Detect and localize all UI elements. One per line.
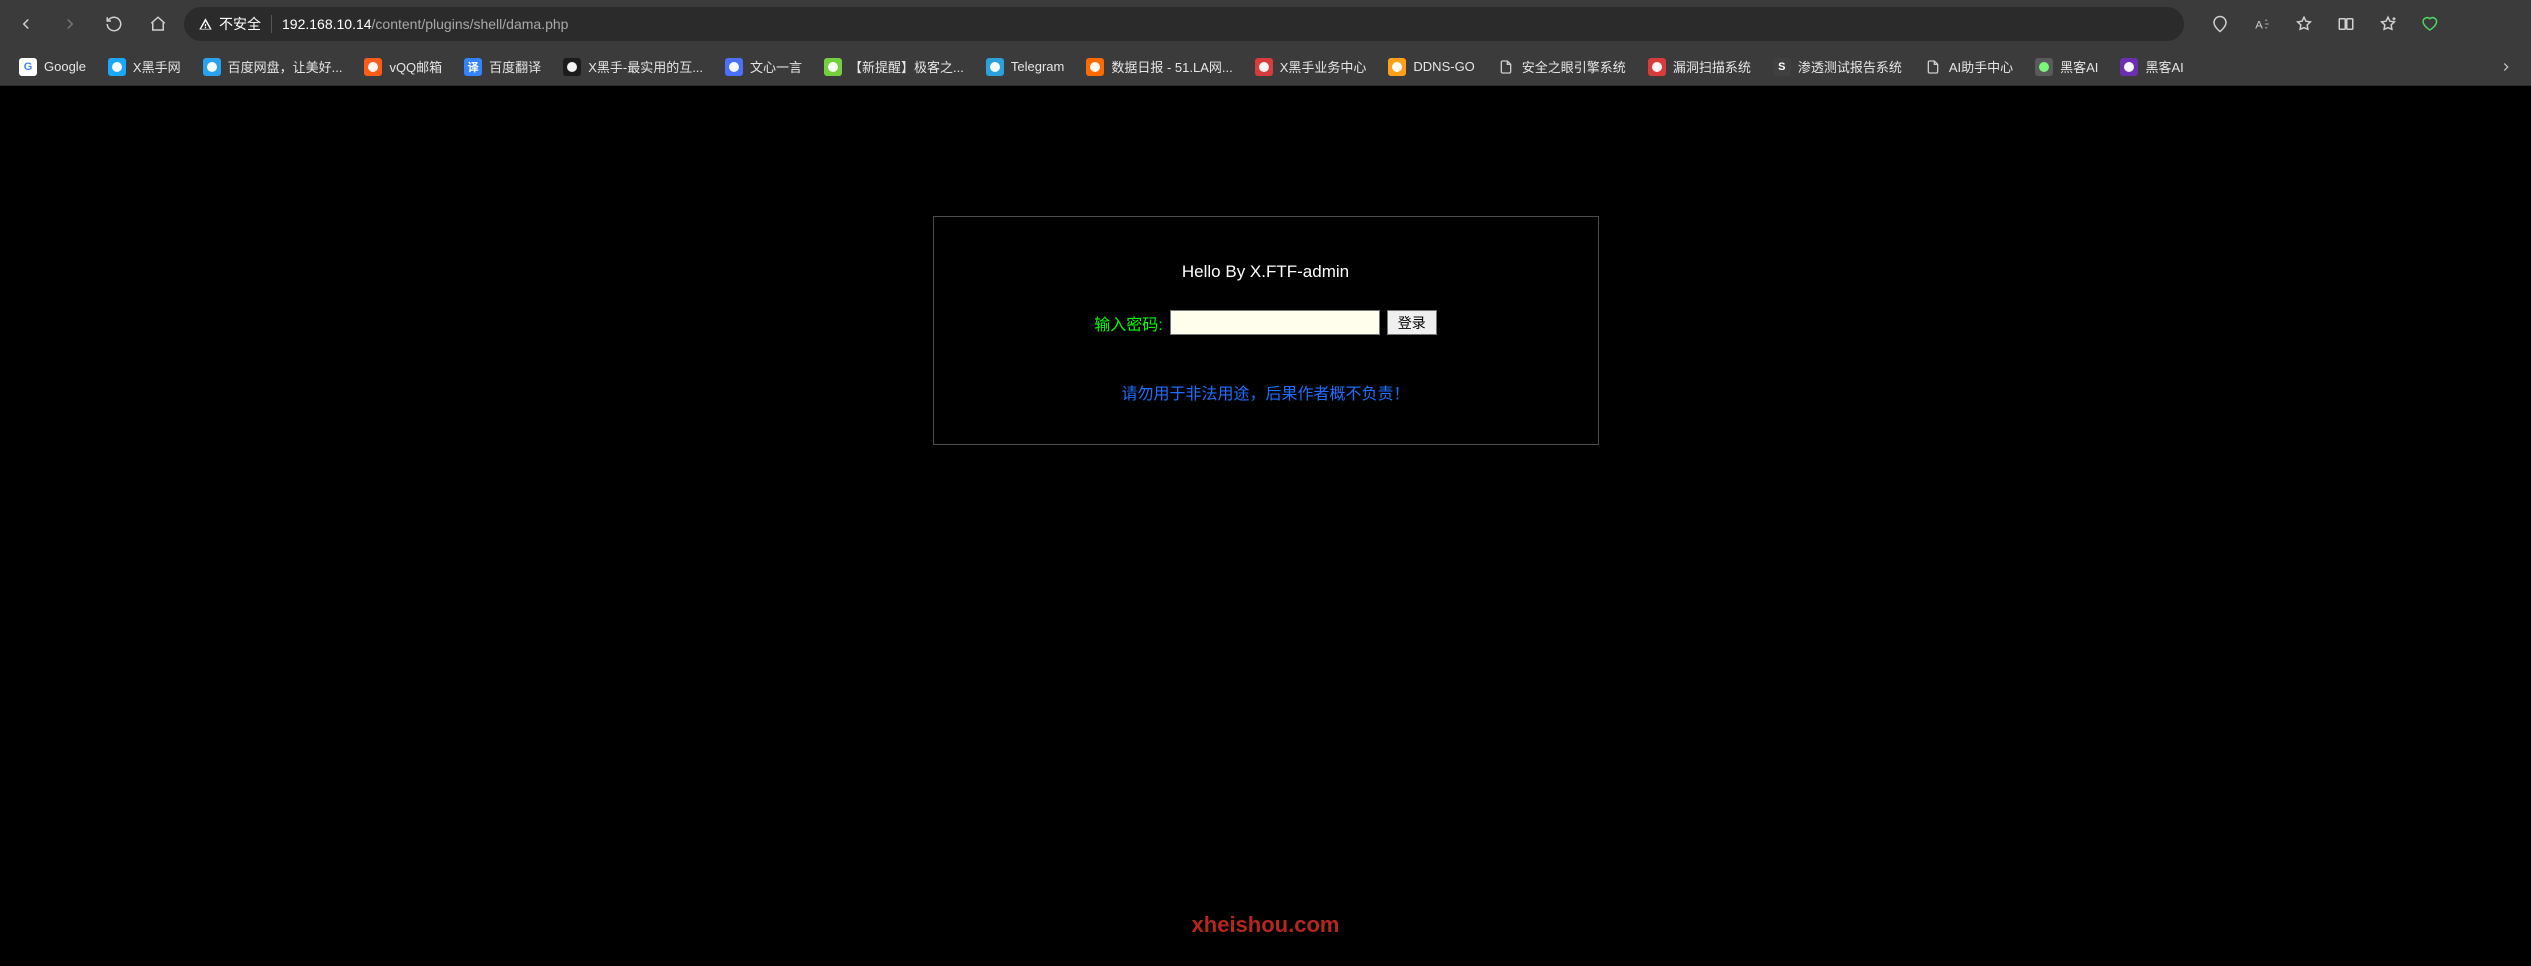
bookmark-item[interactable]: 安全之眼引擎系统 xyxy=(1488,53,1635,80)
password-input[interactable] xyxy=(1170,310,1380,335)
bookmark-favicon xyxy=(1924,58,1942,76)
insecure-badge: 不安全 xyxy=(198,14,261,34)
bookmark-favicon xyxy=(203,58,221,76)
login-button[interactable]: 登录 xyxy=(1387,310,1437,335)
bookmark-label: X黑手网 xyxy=(133,57,181,76)
bookmark-item[interactable]: 漏洞扫描系统 xyxy=(1639,53,1760,80)
bookmark-favicon xyxy=(824,58,842,76)
login-panel: Hello By X.FTF-admin 输入密码: 登录 请勿用于非法用途，后… xyxy=(933,216,1599,445)
login-form: 输入密码: 登录 xyxy=(964,310,1568,335)
bookmark-item[interactable]: X黑手业务中心 xyxy=(1246,53,1376,80)
bookmark-item[interactable]: 百度网盘，让美好... xyxy=(194,53,352,80)
bookmark-label: X黑手-最实用的互... xyxy=(588,57,703,76)
bookmarks-bar: GGoogleX黑手网百度网盘，让美好...vQQ邮箱译百度翻译X黑手-最实用的… xyxy=(0,48,2531,86)
bookmark-favicon xyxy=(1648,58,1666,76)
bookmark-favicon xyxy=(563,58,581,76)
bookmark-item[interactable]: 数据日报 - 51.LA网... xyxy=(1077,53,1241,80)
bookmark-favicon xyxy=(725,58,743,76)
bookmark-label: 安全之眼引擎系统 xyxy=(1522,57,1626,76)
bookmark-favicon: S xyxy=(1773,58,1791,76)
bookmark-item[interactable]: G Google xyxy=(10,54,95,80)
password-label: 输入密码: xyxy=(1094,311,1162,335)
insecure-label: 不安全 xyxy=(219,14,261,34)
bookmark-favicon xyxy=(2120,58,2138,76)
bookmark-label: 黑客AI xyxy=(2060,57,2098,76)
bookmark-label: Google xyxy=(44,59,86,74)
bookmarks-overflow-button[interactable] xyxy=(2491,52,2521,82)
bookmark-label: Telegram xyxy=(1011,59,1064,74)
home-button[interactable] xyxy=(140,6,176,42)
back-button[interactable] xyxy=(8,6,44,42)
bookmark-item[interactable]: 黑客AI xyxy=(2026,53,2107,80)
collections-icon[interactable] xyxy=(2368,6,2408,42)
bookmark-label: 漏洞扫描系统 xyxy=(1673,57,1751,76)
bookmark-favicon xyxy=(108,58,126,76)
bookmark-label: 百度网盘，让美好... xyxy=(228,57,343,76)
bookmark-favicon xyxy=(1255,58,1273,76)
url-host: 192.168.10.14 xyxy=(282,16,372,32)
shopping-icon[interactable] xyxy=(2200,6,2240,42)
bookmark-label: vQQ邮箱 xyxy=(389,57,442,76)
bookmark-favicon xyxy=(986,58,1004,76)
bookmark-favicon xyxy=(364,58,382,76)
warning-text: 请勿用于非法用途，后果作者概不负责！ xyxy=(964,380,1568,404)
bookmark-item[interactable]: S 渗透测试报告系统 xyxy=(1764,53,1911,80)
bookmark-item[interactable]: 黑客AI xyxy=(2111,53,2192,80)
bookmark-item[interactable]: 文心一言 xyxy=(716,53,811,80)
bookmark-label: 黑客AI xyxy=(2145,57,2183,76)
page-viewport: Hello By X.FTF-admin 输入密码: 登录 请勿用于非法用途，后… xyxy=(10,86,2521,966)
bookmark-item[interactable]: AI助手中心 xyxy=(1915,53,2022,80)
bookmark-favicon xyxy=(1497,58,1515,76)
bookmark-favicon: 译 xyxy=(464,58,482,76)
bookmark-favicon xyxy=(1086,58,1104,76)
bookmark-label: X黑手业务中心 xyxy=(1280,57,1367,76)
address-bar[interactable]: 不安全 192.168.10.14/content/plugins/shell/… xyxy=(184,7,2184,41)
browser-toolbar: 不安全 192.168.10.14/content/plugins/shell/… xyxy=(0,0,2531,48)
bookmark-label: AI助手中心 xyxy=(1949,57,2013,76)
bookmark-item[interactable]: X黑手网 xyxy=(99,53,190,80)
bookmark-item[interactable]: X黑手-最实用的互... xyxy=(554,53,712,80)
bookmark-favicon xyxy=(1388,58,1406,76)
bookmark-label: 文心一言 xyxy=(750,57,802,76)
bookmark-item[interactable]: vQQ邮箱 xyxy=(355,53,451,80)
favorite-icon[interactable] xyxy=(2284,6,2324,42)
bookmark-favicon: G xyxy=(19,58,37,76)
refresh-button[interactable] xyxy=(96,6,132,42)
bookmark-label: DDNS-GO xyxy=(1413,59,1474,74)
bookmark-label: 【新提醒】极客之... xyxy=(849,57,964,76)
bookmark-label: 数据日报 - 51.LA网... xyxy=(1111,57,1232,76)
bookmark-item[interactable]: DDNS-GO xyxy=(1379,54,1483,80)
url-path: /content/plugins/shell/dama.php xyxy=(372,16,569,32)
bookmark-item[interactable]: 【新提醒】极客之... xyxy=(815,53,973,80)
url-text: 192.168.10.14/content/plugins/shell/dama… xyxy=(282,16,568,32)
read-aloud-icon[interactable]: A xyxy=(2242,6,2282,42)
bookmark-label: 百度翻译 xyxy=(489,57,541,76)
login-title: Hello By X.FTF-admin xyxy=(964,262,1568,282)
address-separator xyxy=(271,15,272,33)
toolbar-right: A xyxy=(2200,6,2450,42)
bookmark-label: 渗透测试报告系统 xyxy=(1798,57,1902,76)
bookmark-item[interactable]: Telegram xyxy=(977,54,1073,80)
svg-text:A: A xyxy=(2255,20,2263,32)
heart-icon[interactable] xyxy=(2410,6,2450,42)
split-screen-icon[interactable] xyxy=(2326,6,2366,42)
forward-button[interactable] xyxy=(52,6,88,42)
bookmark-item[interactable]: 译百度翻译 xyxy=(455,53,550,80)
watermark: xheishou.com xyxy=(1192,912,1340,938)
bookmark-favicon xyxy=(2035,58,2053,76)
